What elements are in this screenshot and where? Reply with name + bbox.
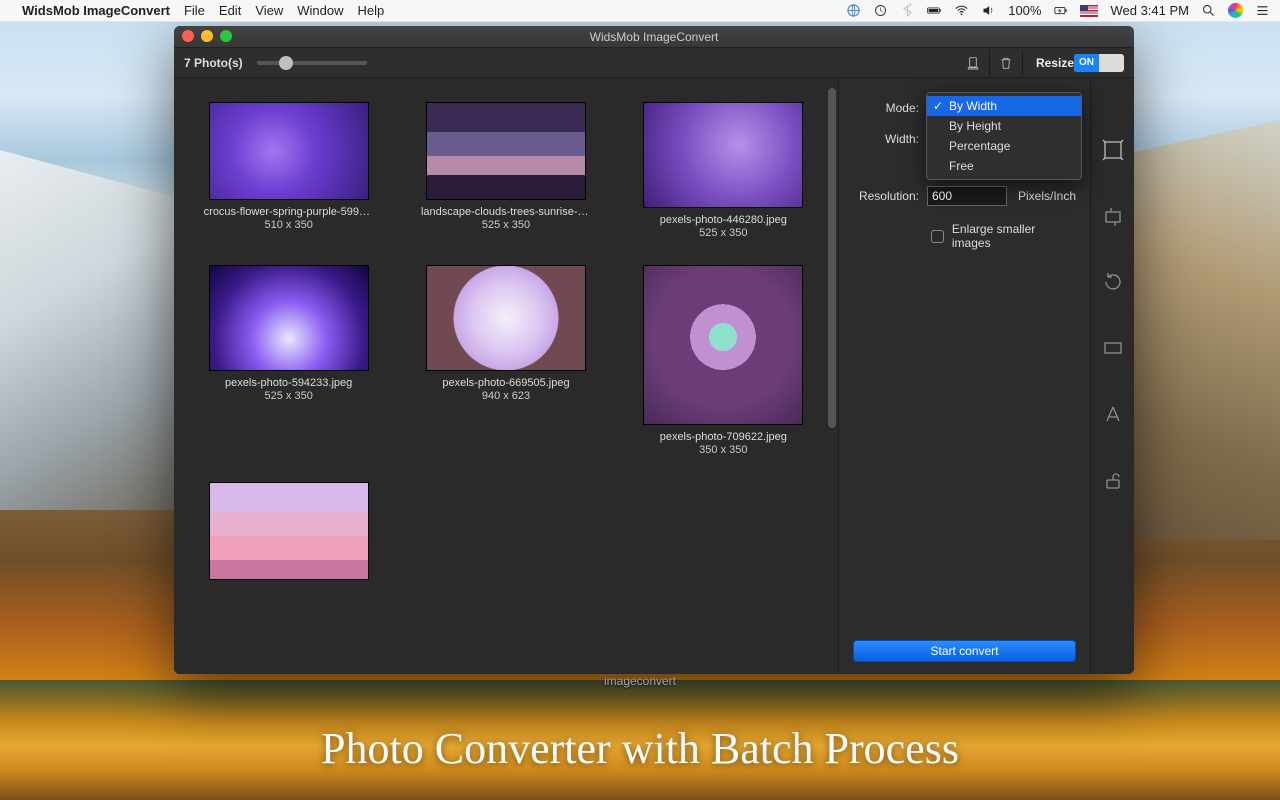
thumbnail-dimensions: 940 x 623	[411, 390, 600, 402]
mode-option[interactable]: Free	[927, 156, 1081, 176]
menubar-appname[interactable]: WidsMob ImageConvert	[22, 3, 170, 18]
toolbar-divider	[1022, 50, 1023, 76]
mode-option[interactable]: By Width	[927, 96, 1081, 116]
text-tool-icon[interactable]	[1101, 402, 1125, 426]
charging-icon	[1053, 3, 1068, 18]
watermark-tool-icon[interactable]	[1101, 468, 1125, 492]
trash-icon[interactable]	[993, 52, 1019, 74]
thumbnail-filename: landscape-clouds-trees-sunrise-2...	[421, 206, 591, 218]
thumbnail-filename: pexels-photo-594233.jpeg	[204, 377, 374, 389]
thumbnail-filename: pexels-photo-446280.jpeg	[638, 214, 808, 226]
mode-option[interactable]: By Height	[927, 116, 1081, 136]
photo-count: 7 Photo(s)	[184, 56, 243, 70]
thumbnail-card[interactable]: landscape-clouds-trees-sunrise-2...525 x…	[411, 102, 600, 239]
mode-label: Mode:	[853, 101, 927, 115]
thumbnail-card[interactable]	[194, 482, 383, 586]
macos-menubar: WidsMob ImageConvert File Edit View Wind…	[0, 0, 1280, 22]
resize-toggle[interactable]: ON	[1074, 54, 1124, 72]
thumbnail-dimensions: 350 x 350	[629, 444, 818, 456]
thumbnail-card[interactable]: pexels-photo-446280.jpeg525 x 350	[629, 102, 818, 239]
thumbnail-card[interactable]: pexels-photo-669505.jpeg940 x 623	[411, 265, 600, 456]
enlarge-checkbox-row[interactable]: Enlarge smaller images	[931, 222, 1076, 250]
battery-percent: 100%	[1008, 3, 1041, 18]
mode-option[interactable]: Percentage	[927, 136, 1081, 156]
tool-strip	[1090, 78, 1134, 674]
zoom-window-button[interactable]	[220, 30, 232, 42]
menu-help[interactable]: Help	[358, 3, 385, 18]
thumbnail-filename: pexels-photo-669505.jpeg	[421, 377, 591, 389]
thumbnail-dimensions: 525 x 350	[194, 390, 383, 402]
wifi-icon[interactable]	[954, 3, 969, 18]
resolution-unit: Pixels/Inch	[1018, 189, 1076, 203]
thumbnail-card[interactable]: pexels-photo-594233.jpeg525 x 350	[194, 265, 383, 456]
checkbox-icon[interactable]	[931, 230, 944, 243]
volume-icon[interactable]	[981, 3, 996, 18]
rotate-tool-icon[interactable]	[1101, 270, 1125, 294]
thumbnail-image[interactable]	[426, 102, 586, 200]
thumbnail-card[interactable]: pexels-photo-709622.jpeg350 x 350	[629, 265, 818, 456]
thumbnail-dimensions: 525 x 350	[629, 227, 818, 239]
thumbnail-zoom-slider[interactable]	[257, 61, 367, 65]
menu-file[interactable]: File	[184, 3, 205, 18]
titlebar[interactable]: WidsMob ImageConvert	[174, 26, 1134, 48]
start-convert-button[interactable]: Start convert	[853, 640, 1076, 662]
menu-edit[interactable]: Edit	[219, 3, 241, 18]
globe-icon[interactable]	[846, 3, 861, 18]
app-window: WidsMob ImageConvert 7 Photo(s) Resize O…	[174, 26, 1134, 674]
toggle-on-label: ON	[1074, 54, 1099, 72]
scrollbar-thumb[interactable]	[828, 88, 836, 428]
width-label: Width:	[853, 132, 927, 146]
thumbnail-dimensions: 510 x 350	[194, 219, 383, 231]
notification-center-icon[interactable]	[1255, 3, 1270, 18]
thumbnail-filename: crocus-flower-spring-purple-5999....	[204, 206, 374, 218]
siri-icon[interactable]	[1228, 3, 1243, 18]
toggle-off-label	[1099, 54, 1124, 72]
resolution-label: Resolution:	[853, 189, 927, 203]
thumbnail-card[interactable]: crocus-flower-spring-purple-5999....510 …	[194, 102, 383, 239]
thumbnail-image[interactable]	[209, 102, 369, 200]
resize-tool-icon[interactable]	[1101, 138, 1125, 162]
toolbar-divider	[989, 50, 990, 76]
menu-view[interactable]: View	[255, 3, 283, 18]
panel-title: Resize	[1036, 56, 1074, 70]
close-window-button[interactable]	[182, 30, 194, 42]
thumbnail-dimensions: 525 x 350	[411, 219, 600, 231]
crop-tool-icon[interactable]	[1101, 204, 1125, 228]
flag-icon[interactable]	[1080, 5, 1098, 17]
enlarge-label: Enlarge smaller images	[952, 222, 1076, 250]
thumbnail-image[interactable]	[209, 482, 369, 580]
border-tool-icon[interactable]	[1101, 336, 1125, 360]
spotlight-icon[interactable]	[1201, 3, 1216, 18]
start-convert-label: Start convert	[930, 644, 998, 658]
resolution-input[interactable]	[927, 186, 1007, 206]
window-title: WidsMob ImageConvert	[590, 30, 719, 44]
scrollbar-track[interactable]	[828, 88, 836, 664]
thumbnail-image[interactable]	[643, 265, 803, 425]
thumbnail-image[interactable]	[643, 102, 803, 208]
resize-panel: Mode: Width: s By WidthBy HeightPercenta…	[838, 78, 1090, 674]
thumbnail-gallery: crocus-flower-spring-purple-5999....510 …	[174, 78, 838, 674]
thumbnail-filename: pexels-photo-709622.jpeg	[638, 431, 808, 443]
export-icon[interactable]	[960, 52, 986, 74]
timemachine-icon[interactable]	[873, 3, 888, 18]
dock-app-label: imageconvert	[604, 674, 676, 688]
mode-dropdown[interactable]: By WidthBy HeightPercentageFree	[926, 92, 1082, 180]
menu-window[interactable]: Window	[297, 3, 343, 18]
thumbnail-image[interactable]	[426, 265, 586, 371]
marketing-tagline: Photo Converter with Batch Process	[0, 723, 1280, 774]
bluetooth-icon[interactable]	[900, 3, 915, 18]
minimize-window-button[interactable]	[201, 30, 213, 42]
toolbar: 7 Photo(s) Resize ON	[174, 48, 1134, 78]
clock[interactable]: Wed 3:41 PM	[1110, 3, 1189, 18]
battery-icon[interactable]	[927, 3, 942, 18]
thumbnail-image[interactable]	[209, 265, 369, 371]
